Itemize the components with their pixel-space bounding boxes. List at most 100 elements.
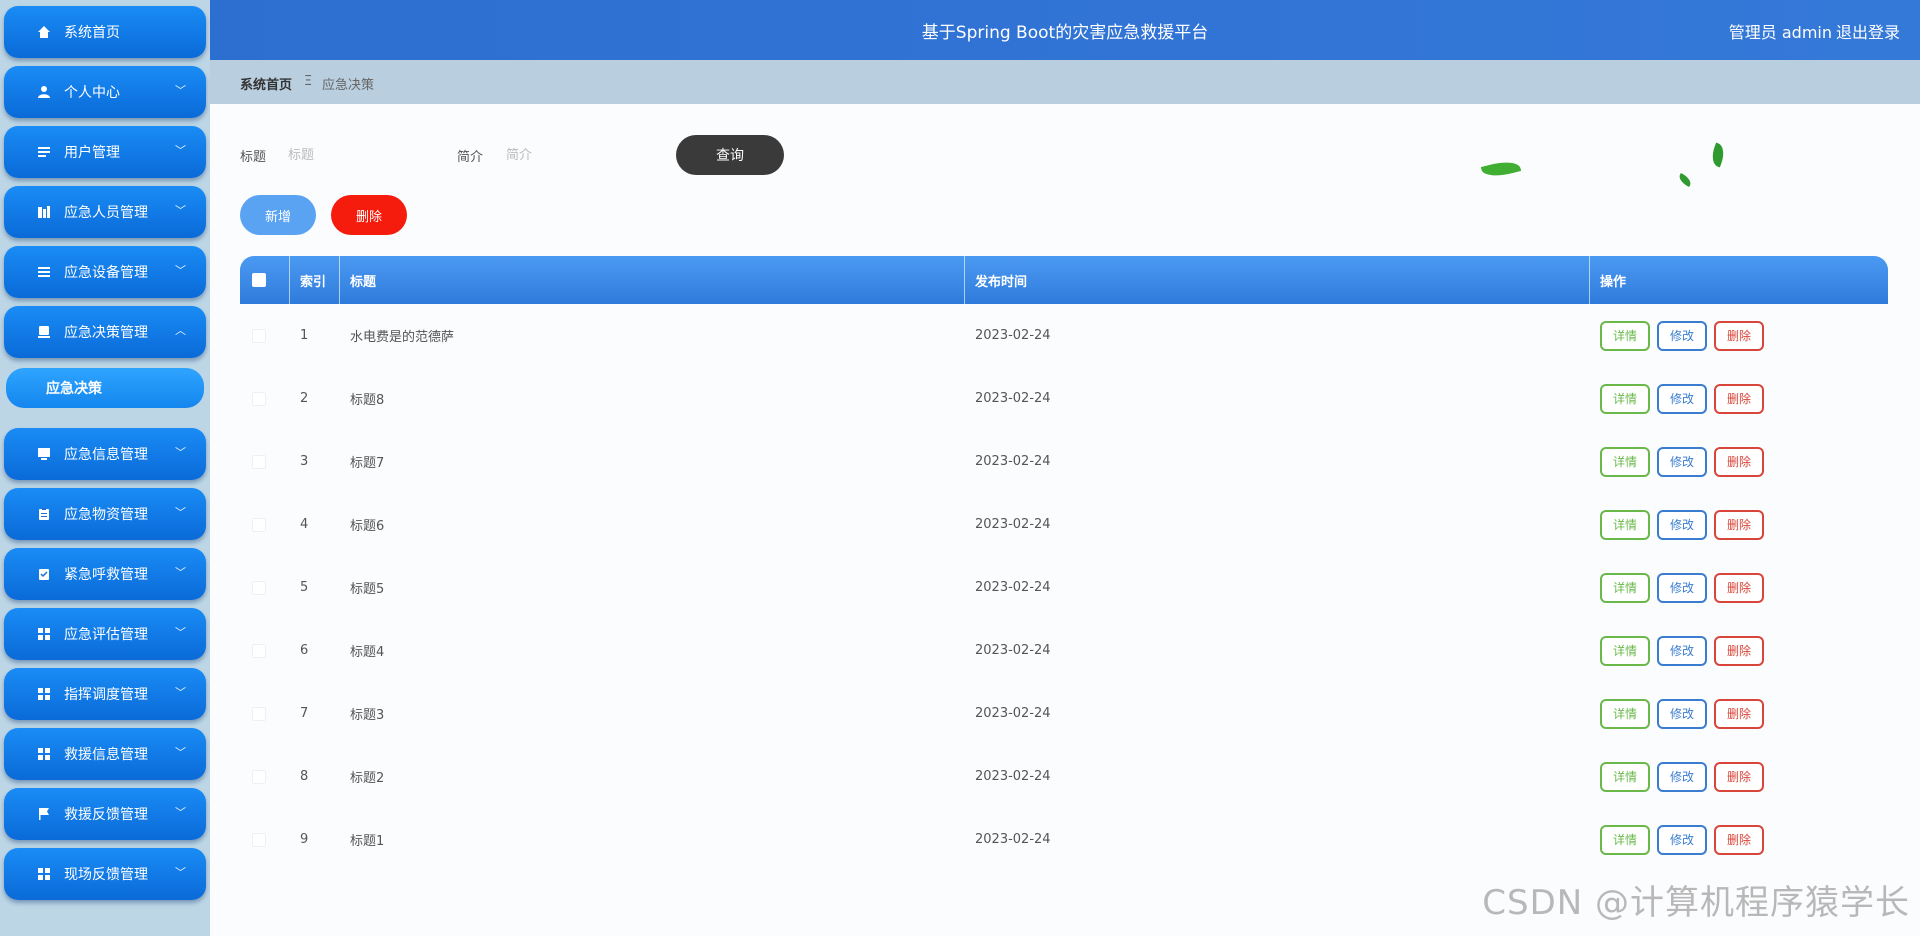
sidebar-item-label: 救援反馈管理 xyxy=(64,807,148,823)
query-button[interactable]: 查询 xyxy=(676,135,784,175)
main-content: 标题 简介 查询 新增 删除 索引 标题 发布时间 操作 1 水电费是的范德萨 20… xyxy=(210,104,1920,936)
edit-button[interactable]: 修改 xyxy=(1657,509,1707,540)
row-checkbox[interactable] xyxy=(252,328,266,343)
detail-button[interactable]: 详情 xyxy=(1600,320,1650,351)
list-icon xyxy=(36,144,52,160)
detail-button[interactable]: 详情 xyxy=(1600,635,1650,666)
delete-button[interactable]: 删除 xyxy=(1714,698,1764,729)
intro-search-label: 简介 xyxy=(457,150,484,165)
row-date: 2023-02-24 xyxy=(975,706,1051,721)
chevron-down-icon: ﹀ xyxy=(175,506,186,519)
edit-button[interactable]: 修改 xyxy=(1657,761,1707,792)
sidebar-item[interactable]: 应急人员管理 ﹀ xyxy=(4,186,206,238)
chevron-down-icon: ﹀ xyxy=(175,264,186,277)
detail-button[interactable]: 详情 xyxy=(1600,383,1650,414)
sidebar-item[interactable]: 个人中心 ﹀ xyxy=(4,66,206,118)
sidebar-item[interactable]: 应急评估管理 ﹀ xyxy=(4,608,206,660)
row-ops: 详情 修改 删除 xyxy=(1590,556,1888,619)
row-checkbox[interactable] xyxy=(252,769,266,784)
detail-button[interactable]: 详情 xyxy=(1600,572,1650,603)
edit-button[interactable]: 修改 xyxy=(1657,824,1707,855)
intro-search-input[interactable] xyxy=(504,140,658,170)
sidebar-item[interactable]: 应急决策管理 ︿ xyxy=(4,306,206,358)
sidebar-item[interactable]: 紧急呼救管理 ﹀ xyxy=(4,548,206,600)
sidebar-item-label: 应急设备管理 xyxy=(64,265,148,281)
sidebar-item-label: 应急决策管理 xyxy=(64,325,148,341)
delete-button[interactable]: 删除 xyxy=(1714,446,1764,477)
detail-button[interactable]: 详情 xyxy=(1600,761,1650,792)
row-title: 标题4 xyxy=(350,645,385,660)
sidebar-item[interactable]: 现场反馈管理 ﹀ xyxy=(4,848,206,900)
row-checkbox[interactable] xyxy=(252,454,266,469)
row-ops: 详情 修改 删除 xyxy=(1590,367,1888,430)
delete-button[interactable]: 删除 xyxy=(1714,824,1764,855)
row-title: 标题8 xyxy=(350,393,385,408)
breadcrumb-current: 应急决策 xyxy=(322,78,375,93)
detail-button[interactable]: 详情 xyxy=(1600,824,1650,855)
detail-button[interactable]: 详情 xyxy=(1600,509,1650,540)
edit-button[interactable]: 修改 xyxy=(1657,698,1707,729)
row-index: 2 xyxy=(300,391,309,406)
row-index: 3 xyxy=(300,454,309,469)
edit-button[interactable]: 修改 xyxy=(1657,446,1707,477)
row-ops: 详情 修改 删除 xyxy=(1590,808,1888,871)
sidebar-item[interactable]: 应急设备管理 ﹀ xyxy=(4,246,206,298)
flag-icon xyxy=(36,806,52,822)
select-all-checkbox[interactable] xyxy=(252,273,266,287)
sidebar-item[interactable]: 指挥调度管理 ﹀ xyxy=(4,668,206,720)
sidebar-item[interactable]: 应急信息管理 ﹀ xyxy=(4,428,206,480)
sidebar-item[interactable]: 应急物资管理 ﹀ xyxy=(4,488,206,540)
edit-button[interactable]: 修改 xyxy=(1657,320,1707,351)
breadcrumb-separator: Ξ xyxy=(304,74,313,89)
row-index: 1 xyxy=(300,328,309,343)
home-icon xyxy=(36,24,52,40)
delete-button[interactable]: 删除 xyxy=(1714,320,1764,351)
edit-button[interactable]: 修改 xyxy=(1657,383,1707,414)
logout-link[interactable]: 退出登录 xyxy=(1836,19,1900,43)
row-index: 6 xyxy=(300,643,309,658)
sidebar-subitem-active[interactable]: 应急决策 xyxy=(6,368,204,408)
row-index: 8 xyxy=(300,769,309,784)
delete-button[interactable]: 删除 xyxy=(1714,572,1764,603)
detail-button[interactable]: 详情 xyxy=(1600,698,1650,729)
row-select-cell xyxy=(240,556,290,619)
row-checkbox[interactable] xyxy=(252,580,266,595)
breadcrumb-home[interactable]: 系统首页 xyxy=(240,74,292,93)
sidebar-item[interactable]: 救援信息管理 ﹀ xyxy=(4,728,206,780)
row-index: 7 xyxy=(300,706,309,721)
batch-delete-button[interactable]: 删除 xyxy=(331,195,407,235)
row-title: 标题5 xyxy=(350,582,385,597)
sidebar-item-label: 应急评估管理 xyxy=(64,627,148,643)
edit-button[interactable]: 修改 xyxy=(1657,572,1707,603)
row-checkbox[interactable] xyxy=(252,832,266,847)
chevron-down-icon: ﹀ xyxy=(175,446,186,459)
row-date: 2023-02-24 xyxy=(975,391,1051,406)
sidebar-item[interactable]: 系统首页 xyxy=(4,6,206,58)
menu-icon xyxy=(36,264,52,280)
row-checkbox[interactable] xyxy=(252,391,266,406)
delete-button[interactable]: 删除 xyxy=(1714,761,1764,792)
add-button[interactable]: 新增 xyxy=(240,195,316,235)
row-checkbox[interactable] xyxy=(252,643,266,658)
table-row: 2 标题8 2023-02-24 详情 修改 删除 xyxy=(240,367,1888,430)
row-checkbox[interactable] xyxy=(252,517,266,532)
table-body: 1 水电费是的范德萨 2023-02-24 详情 修改 删除 2 标题8 2023-02-24 详… xyxy=(240,304,1888,871)
row-checkbox[interactable] xyxy=(252,706,266,721)
detail-button[interactable]: 详情 xyxy=(1600,446,1650,477)
edit-button[interactable]: 修改 xyxy=(1657,635,1707,666)
title-search-input[interactable] xyxy=(286,140,440,170)
delete-button[interactable]: 删除 xyxy=(1714,635,1764,666)
delete-button[interactable]: 删除 xyxy=(1714,383,1764,414)
chevron-down-icon: ﹀ xyxy=(175,746,186,759)
title-search-label: 标题 xyxy=(240,150,267,165)
sidebar-item[interactable]: 救援反馈管理 ﹀ xyxy=(4,788,206,840)
row-index: 4 xyxy=(300,517,309,532)
row-date: 2023-02-24 xyxy=(975,832,1051,847)
delete-button[interactable]: 删除 xyxy=(1714,509,1764,540)
leaf-decoration xyxy=(1676,173,1694,187)
header-date: 发布时间 xyxy=(965,256,1590,304)
app-title: 基于Spring Boot的灾害应急救援平台 xyxy=(921,23,1209,43)
sidebar-item-label: 应急人员管理 xyxy=(64,205,148,221)
sidebar-item[interactable]: 用户管理 ﹀ xyxy=(4,126,206,178)
sidebar: 系统首页 个人中心 ﹀ 用户管理 ﹀ 应急人员管理 ﹀ 应急设备管理 ﹀ 应急决策管理 ︿ 应急信息管… xyxy=(0,0,210,936)
